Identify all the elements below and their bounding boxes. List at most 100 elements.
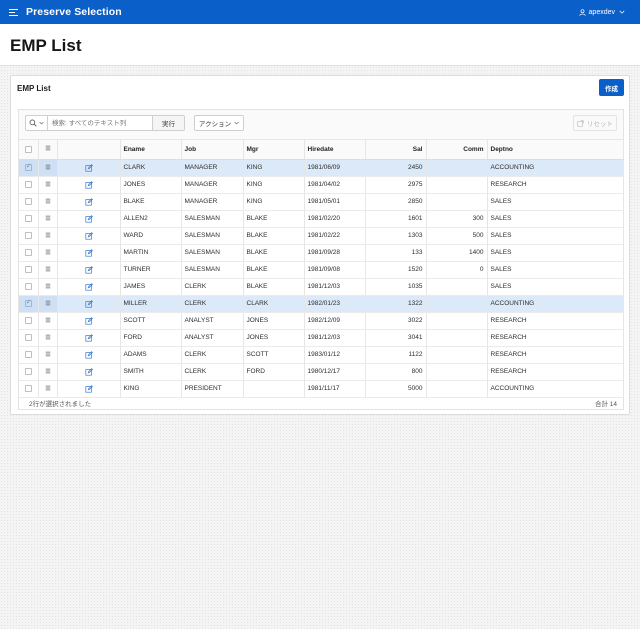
cell-comm[interactable]: 0	[426, 261, 488, 279]
edit-icon[interactable]	[84, 333, 93, 342]
cell-sal[interactable]: 1322	[365, 295, 427, 313]
cell-comm[interactable]: 1400	[426, 244, 488, 262]
cell-mgr[interactable]: KING	[243, 176, 305, 194]
cell-deptno[interactable]: RESEARCH	[487, 312, 624, 330]
cell-sal[interactable]: 1520	[365, 261, 427, 279]
row-edit-cell[interactable]	[57, 159, 121, 177]
table-row[interactable]: TURNER SALESMAN BLAKE 1981/09/08 1520 0 SALES	[19, 261, 624, 279]
row-select-cell[interactable]	[19, 227, 39, 245]
cell-hiredate[interactable]: 1981/04/02	[304, 176, 366, 194]
edit-icon[interactable]	[84, 180, 93, 189]
row-select-checkbox[interactable]	[24, 350, 32, 358]
row-actions-cell[interactable]	[38, 312, 58, 330]
hamburger-icon[interactable]	[9, 8, 18, 16]
cell-hiredate[interactable]: 1981/02/22	[304, 227, 366, 245]
row-select-cell[interactable]	[19, 176, 39, 194]
cell-mgr[interactable]: BLAKE	[243, 261, 305, 279]
cell-sal[interactable]: 2975	[365, 176, 427, 194]
table-row[interactable]: JAMES CLERK BLAKE 1981/12/03 1035 SALES	[19, 278, 624, 296]
row-actions-cell[interactable]	[38, 295, 58, 313]
column-header-ename[interactable]: Ename	[120, 140, 182, 160]
cell-comm[interactable]	[426, 346, 488, 364]
table-row[interactable]: SMITH CLERK FORD 1980/12/17 800 RESEARCH	[19, 363, 624, 381]
cell-ename[interactable]: SCOTT	[120, 312, 182, 330]
row-menu-icon[interactable]	[45, 283, 51, 289]
row-select-cell[interactable]	[19, 346, 39, 364]
edit-icon[interactable]	[84, 248, 93, 257]
cell-mgr[interactable]: BLAKE	[243, 244, 305, 262]
row-edit-cell[interactable]	[57, 312, 121, 330]
cell-comm[interactable]: 300	[426, 210, 488, 228]
column-header-hiredate[interactable]: Hiredate	[304, 140, 366, 160]
go-button[interactable]: 実行	[152, 116, 184, 130]
row-menu-icon[interactable]	[45, 317, 51, 323]
cell-job[interactable]: SALESMAN	[181, 210, 244, 228]
edit-icon[interactable]	[84, 197, 93, 206]
cell-hiredate[interactable]: 1982/12/09	[304, 312, 366, 330]
row-select-cell[interactable]	[19, 261, 39, 279]
cell-sal[interactable]: 1122	[365, 346, 427, 364]
row-actions-cell[interactable]	[38, 278, 58, 296]
cell-sal[interactable]: 800	[365, 363, 427, 381]
create-button[interactable]: 作成	[599, 79, 624, 96]
search-input[interactable]	[48, 117, 152, 129]
cell-ename[interactable]: CLARK	[120, 159, 182, 177]
cell-ename[interactable]: MILLER	[120, 295, 182, 313]
cell-comm[interactable]	[426, 176, 488, 194]
cell-ename[interactable]: MARTIN	[120, 244, 182, 262]
cell-comm[interactable]	[426, 295, 488, 313]
cell-comm[interactable]	[426, 159, 488, 177]
row-select-cell[interactable]	[19, 244, 39, 262]
table-row[interactable]: WARD SALESMAN BLAKE 1981/02/22 1303 500 SALES	[19, 227, 624, 245]
cell-ename[interactable]: TURNER	[120, 261, 182, 279]
cell-ename[interactable]: ADAMS	[120, 346, 182, 364]
cell-job[interactable]: MANAGER	[181, 193, 244, 211]
row-select-checkbox[interactable]	[24, 282, 32, 290]
table-row[interactable]: CLARKMANAGERKING1981/06/092450 ACCOUNTING	[19, 159, 624, 177]
user-menu[interactable]: apexdev	[578, 9, 628, 16]
row-menu-icon[interactable]	[45, 249, 51, 255]
cell-mgr[interactable]: BLAKE	[243, 278, 305, 296]
cell-hiredate[interactable]: 1983/01/12	[304, 346, 366, 364]
search-column-selector[interactable]	[26, 116, 48, 130]
row-select-cell[interactable]	[19, 193, 39, 211]
row-edit-cell[interactable]	[57, 261, 121, 279]
edit-icon[interactable]	[84, 316, 93, 325]
row-menu-icon[interactable]	[45, 351, 51, 357]
row-edit-cell[interactable]	[57, 346, 121, 364]
reset-button[interactable]: リセット	[573, 115, 617, 131]
cell-ename[interactable]: JONES	[120, 176, 182, 194]
table-row[interactable]: SCOTT ANALYST JONES 1982/12/09 3022 RESEARCH	[19, 312, 624, 330]
table-row[interactable]: ADAMS CLERK SCOTT 1983/01/12 1122 RESEARCH	[19, 346, 624, 364]
cell-deptno[interactable]: SALES	[487, 227, 624, 245]
row-menu-icon[interactable]	[45, 198, 51, 204]
row-edit-cell[interactable]	[57, 193, 121, 211]
edit-icon[interactable]	[84, 367, 93, 376]
cell-job[interactable]: CLERK	[181, 295, 244, 313]
cell-deptno[interactable]: SALES	[487, 193, 624, 211]
row-select-checkbox[interactable]	[24, 367, 32, 375]
row-actions-cell[interactable]	[38, 159, 58, 177]
row-actions-cell[interactable]	[38, 176, 58, 194]
cell-deptno[interactable]: SALES	[487, 261, 624, 279]
table-row[interactable]: BLAKE MANAGER KING 1981/05/01 2850 SALES	[19, 193, 624, 211]
table-row[interactable]: ALLEN2 SALESMAN BLAKE 1981/02/20 1601 300 SALE…	[19, 210, 624, 228]
cell-deptno[interactable]: SALES	[487, 244, 624, 262]
row-actions-cell[interactable]	[38, 363, 58, 381]
cell-mgr[interactable]: BLAKE	[243, 227, 305, 245]
cell-hiredate[interactable]: 1981/12/03	[304, 278, 366, 296]
row-select-cell[interactable]	[19, 312, 39, 330]
cell-job[interactable]: CLERK	[181, 346, 244, 364]
row-select-cell[interactable]	[19, 363, 39, 381]
cell-sal[interactable]: 1035	[365, 278, 427, 296]
edit-icon[interactable]	[84, 350, 93, 359]
row-actions-cell[interactable]	[38, 244, 58, 262]
row-select-cell[interactable]	[19, 159, 39, 177]
cell-sal[interactable]: 3041	[365, 329, 427, 347]
row-select-cell[interactable]	[19, 278, 39, 296]
row-edit-cell[interactable]	[57, 295, 121, 313]
cell-ename[interactable]: FORD	[120, 329, 182, 347]
row-select-checkbox[interactable]	[24, 333, 32, 341]
cell-mgr[interactable]: BLAKE	[243, 210, 305, 228]
row-actions-cell[interactable]	[38, 193, 58, 211]
